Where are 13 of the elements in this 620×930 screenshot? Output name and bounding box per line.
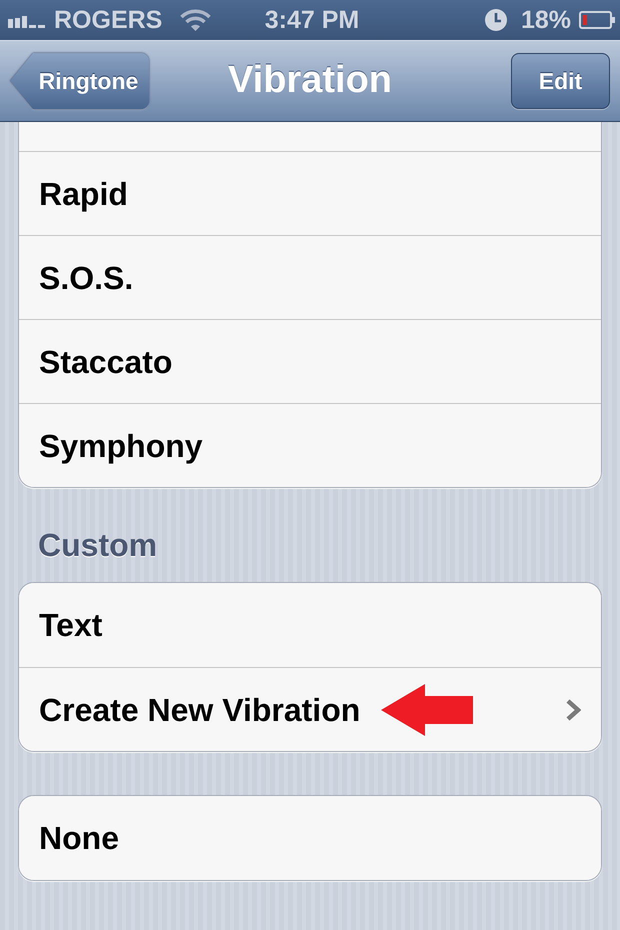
list-row[interactable]: None — [19, 796, 601, 880]
battery-icon — [579, 11, 616, 29]
list-row[interactable]: Symphony — [19, 403, 601, 487]
screen-title: Vibration — [228, 58, 392, 104]
back-button[interactable]: Ringtone — [10, 53, 149, 109]
carrier-name: ROGERS — [54, 8, 162, 32]
clock-time: 3:47 PM — [264, 6, 360, 34]
edit-button[interactable]: Edit — [511, 53, 610, 109]
battery-percentage: 18% — [520, 8, 571, 32]
wifi-icon — [180, 9, 212, 31]
section-header: Custom — [37, 528, 158, 562]
clock-icon — [484, 9, 507, 31]
list-row[interactable]: Create New Vibration — [19, 667, 601, 751]
